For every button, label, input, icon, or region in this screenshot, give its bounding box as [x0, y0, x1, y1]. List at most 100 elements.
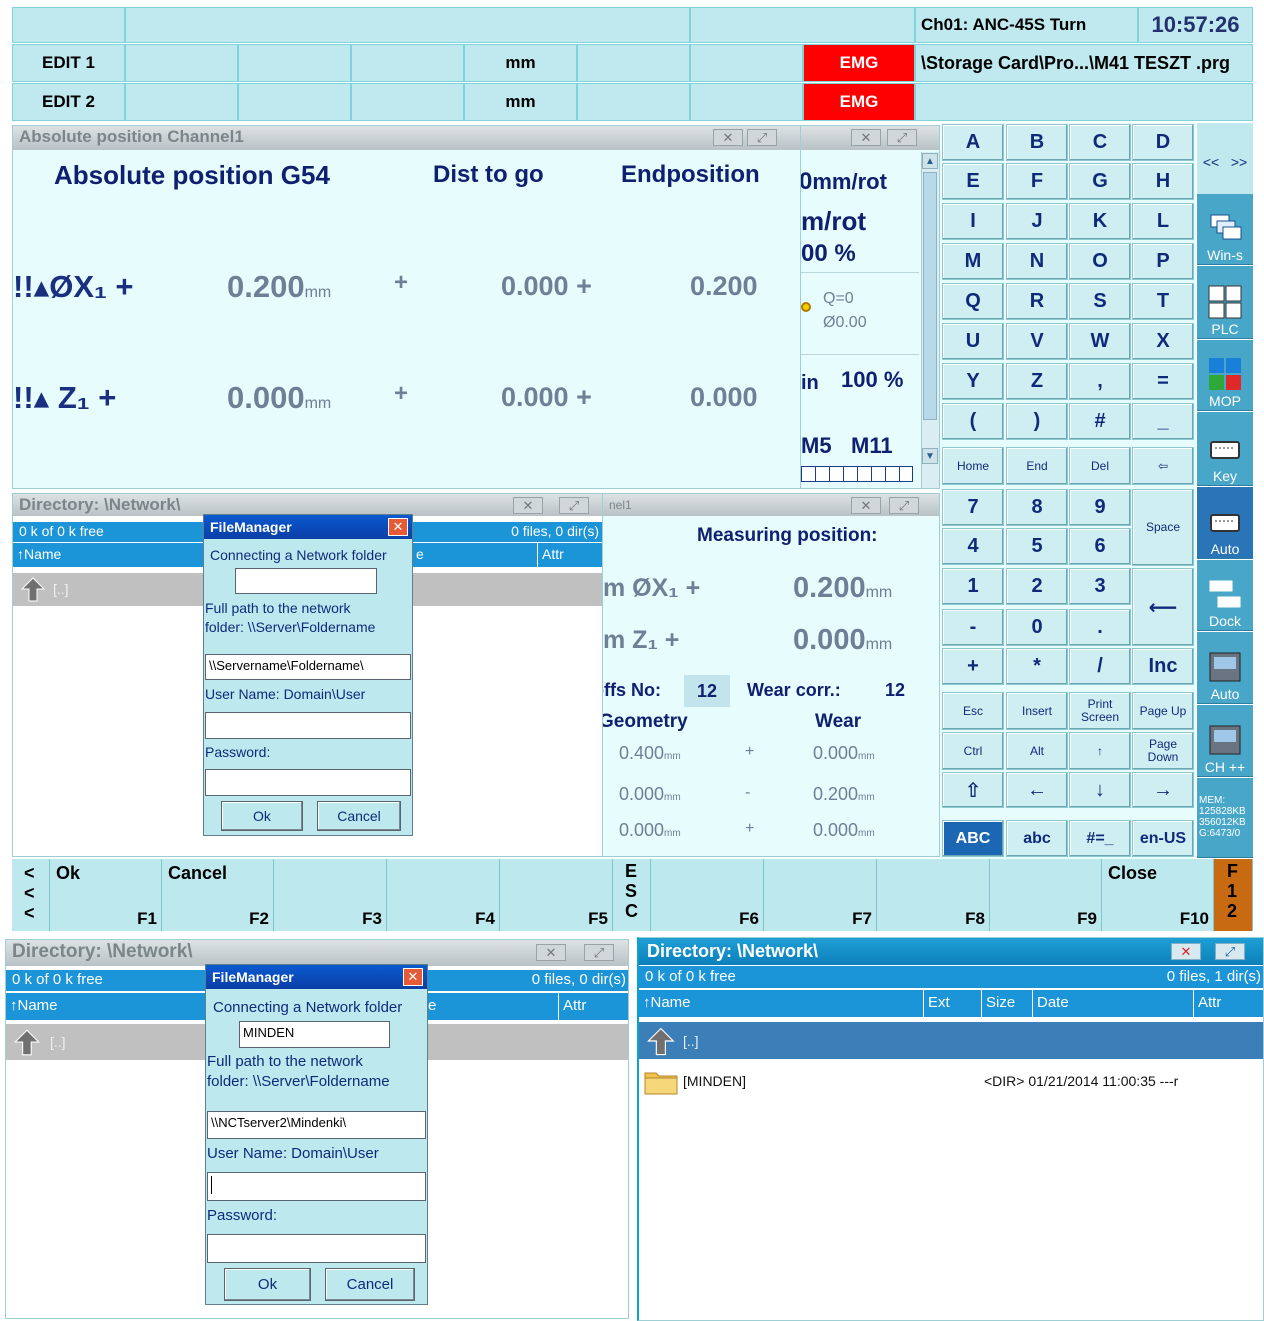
- key-letter[interactable]: G: [1069, 163, 1131, 200]
- key-number[interactable]: 2: [1006, 568, 1068, 605]
- key-number[interactable]: /: [1069, 648, 1131, 685]
- key-number[interactable]: 3: [1069, 568, 1131, 605]
- key-function[interactable]: Page Down: [1132, 732, 1194, 770]
- mode-uppercase[interactable]: ABC: [942, 820, 1004, 857]
- key-letter[interactable]: ): [1006, 403, 1068, 440]
- side-plc[interactable]: PLC: [1197, 266, 1253, 339]
- maximize-icon[interactable]: ⤢: [584, 944, 614, 961]
- scroll-down-icon[interactable]: ▼: [922, 448, 938, 464]
- folder-name-input[interactable]: [235, 568, 377, 594]
- key-function[interactable]: Page Up: [1132, 692, 1194, 730]
- key-number[interactable]: .: [1069, 609, 1131, 646]
- key-letter[interactable]: M: [942, 243, 1004, 280]
- maximize-icon[interactable]: ⤢: [559, 497, 589, 514]
- side-ch[interactable]: CH ++: [1197, 705, 1253, 777]
- password-input[interactable]: [207, 1234, 426, 1263]
- key-letter[interactable]: C: [1069, 124, 1131, 161]
- f12-button[interactable]: F 1 2: [1214, 859, 1253, 931]
- key-letter[interactable]: S: [1069, 283, 1131, 320]
- key-number[interactable]: 8: [1006, 489, 1068, 526]
- key-letter[interactable]: F: [1006, 163, 1068, 200]
- key-letter[interactable]: A: [942, 124, 1004, 161]
- key-letter[interactable]: =: [1132, 363, 1194, 400]
- maximize-icon[interactable]: ⤢: [747, 129, 777, 146]
- key-number[interactable]: 6: [1069, 528, 1131, 565]
- key-function[interactable]: ↑: [1069, 732, 1131, 770]
- key-function[interactable]: Print Screen: [1069, 692, 1131, 730]
- close-icon[interactable]: ✕: [851, 129, 881, 146]
- key-letter[interactable]: _: [1132, 403, 1194, 440]
- folder-row[interactable]: [MINDEN] <DIR> 01/21/2014 11:00:35 ---r: [639, 1064, 1263, 1100]
- maximize-icon[interactable]: ⤢: [889, 497, 919, 514]
- key-number[interactable]: 7: [942, 489, 1004, 526]
- key-function[interactable]: Esc: [942, 692, 1004, 730]
- key-nav[interactable]: ⇦: [1132, 447, 1194, 485]
- f9-button[interactable]: F9: [990, 859, 1102, 931]
- key-letter[interactable]: W: [1069, 323, 1131, 360]
- key-nav[interactable]: End: [1006, 447, 1068, 485]
- key-letter[interactable]: B: [1006, 124, 1068, 161]
- space-key[interactable]: Space: [1132, 489, 1194, 566]
- key-arrow[interactable]: →: [1132, 772, 1194, 808]
- maximize-icon[interactable]: ⤢: [887, 129, 917, 146]
- key-letter[interactable]: K: [1069, 203, 1131, 240]
- enter-key[interactable]: ⟵: [1132, 568, 1194, 646]
- close-icon[interactable]: ✕: [388, 518, 408, 536]
- mode-lowercase[interactable]: abc: [1006, 820, 1068, 857]
- side-dock[interactable]: Dock: [1197, 560, 1253, 631]
- close-icon[interactable]: ✕: [513, 497, 543, 514]
- close-icon[interactable]: ✕: [713, 129, 743, 146]
- edit1-label[interactable]: EDIT 1: [12, 44, 125, 82]
- key-number[interactable]: 5: [1006, 528, 1068, 565]
- f3-button[interactable]: F3: [274, 859, 387, 931]
- f8-button[interactable]: F8: [877, 859, 990, 931]
- user-name-input[interactable]: [207, 1172, 426, 1201]
- maximize-icon[interactable]: ⤢: [1215, 943, 1245, 960]
- mode-language[interactable]: en-US: [1132, 820, 1194, 857]
- network-path-input[interactable]: \\Servername\Foldername\: [205, 654, 411, 680]
- key-number[interactable]: -: [942, 609, 1004, 646]
- key-letter[interactable]: I: [942, 203, 1004, 240]
- key-letter[interactable]: N: [1006, 243, 1068, 280]
- key-letter[interactable]: Z: [1006, 363, 1068, 400]
- f7-button[interactable]: F7: [764, 859, 877, 931]
- key-letter[interactable]: J: [1006, 203, 1068, 240]
- parent-folder-row[interactable]: [..]: [639, 1022, 1263, 1059]
- key-letter[interactable]: X: [1132, 323, 1194, 360]
- key-letter[interactable]: L: [1132, 203, 1194, 240]
- key-letter[interactable]: Y: [942, 363, 1004, 400]
- ok-button[interactable]: Ok: [221, 801, 303, 831]
- f5-button[interactable]: F5: [500, 859, 613, 931]
- side-nav[interactable]: << >>: [1197, 123, 1253, 202]
- key-letter[interactable]: D: [1132, 124, 1194, 161]
- key-letter[interactable]: E: [942, 163, 1004, 200]
- key-number[interactable]: 4: [942, 528, 1004, 565]
- key-number[interactable]: 1: [942, 568, 1004, 605]
- user-name-input[interactable]: [205, 712, 411, 739]
- key-letter[interactable]: R: [1006, 283, 1068, 320]
- fkey-left-arrows[interactable]: < < <: [12, 859, 50, 931]
- key-letter[interactable]: #: [1069, 403, 1131, 440]
- key-letter[interactable]: U: [942, 323, 1004, 360]
- close-icon[interactable]: ✕: [403, 968, 423, 986]
- key-letter[interactable]: ,: [1069, 363, 1131, 400]
- edit2-label[interactable]: EDIT 2: [12, 83, 125, 121]
- ok-button[interactable]: Ok: [224, 1268, 311, 1301]
- key-function[interactable]: Alt: [1006, 732, 1068, 770]
- f10-button[interactable]: Close F10: [1102, 859, 1214, 931]
- key-letter[interactable]: O: [1069, 243, 1131, 280]
- cancel-button[interactable]: Cancel: [317, 801, 401, 831]
- key-number[interactable]: +: [942, 648, 1004, 685]
- key-letter[interactable]: Q: [942, 283, 1004, 320]
- key-number[interactable]: *: [1006, 648, 1068, 685]
- key-nav[interactable]: Del: [1069, 447, 1131, 485]
- side-key[interactable]: Key: [1197, 412, 1253, 486]
- key-arrow[interactable]: ⇧: [942, 772, 1004, 808]
- key-function[interactable]: Ctrl: [942, 732, 1004, 770]
- key-function[interactable]: Insert: [1006, 692, 1068, 730]
- close-icon[interactable]: ✕: [1171, 943, 1201, 960]
- mode-symbols[interactable]: #=_: [1069, 820, 1131, 857]
- side-auto[interactable]: Auto: [1197, 487, 1253, 559]
- password-input[interactable]: [205, 769, 411, 796]
- key-letter[interactable]: V: [1006, 323, 1068, 360]
